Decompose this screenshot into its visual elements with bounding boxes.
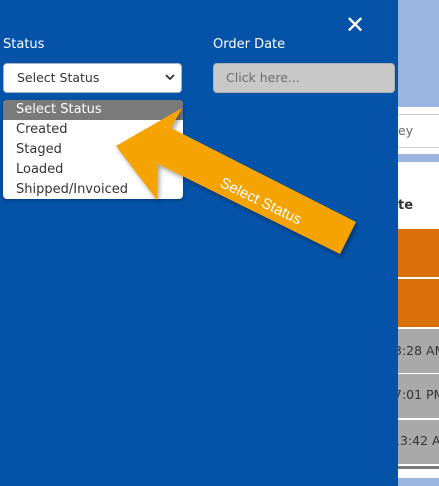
status-option-shipped-invoiced[interactable]: Shipped/Invoiced (3, 180, 183, 199)
status-option-staged[interactable]: Staged (3, 140, 183, 160)
table-row (398, 279, 439, 327)
order-date-label: Order Date (213, 37, 286, 52)
close-icon: ✕ (344, 11, 366, 39)
row-time-fragment: 7:01 PM (394, 387, 439, 402)
status-dropdown-list: Select Status Created Staged Loaded Ship… (3, 100, 183, 199)
order-date-placeholder: Click here... (226, 70, 300, 85)
table-footer-stripe (398, 478, 439, 486)
filter-panel: ✕ Status Order Date Select Status Click … (0, 0, 398, 486)
table-row (398, 229, 439, 277)
table-row: 3:28 AM (394, 329, 439, 373)
search-field-fragment[interactable]: ey (398, 114, 439, 148)
row-time-fragment: 3:28 AM (394, 343, 439, 358)
chevron-down-icon (165, 64, 175, 104)
status-option-loaded[interactable]: Loaded (3, 160, 183, 180)
status-select[interactable]: Select Status (3, 63, 182, 93)
order-date-input[interactable]: Click here... (213, 63, 395, 93)
status-option-select-status[interactable]: Select Status (3, 100, 183, 120)
status-option-created[interactable]: Created (3, 120, 183, 140)
column-header-fragment: te (398, 162, 439, 228)
background-table-strip: ey te 3:28 AM 7:01 PM 13:42 AM (392, 0, 439, 486)
table-row: 7:01 PM (394, 374, 439, 418)
top-stripe (398, 0, 439, 107)
row-time-fragment: 13:42 AM (392, 433, 439, 448)
close-button[interactable]: ✕ (340, 10, 370, 40)
status-label: Status (3, 37, 45, 52)
table-bottom-line (398, 466, 439, 469)
column-header-text: te (398, 198, 414, 213)
stripe-blue (398, 154, 439, 162)
status-select-value: Select Status (17, 70, 100, 85)
search-text-fragment: ey (398, 123, 414, 138)
table-row: 13:42 AM (392, 420, 439, 464)
